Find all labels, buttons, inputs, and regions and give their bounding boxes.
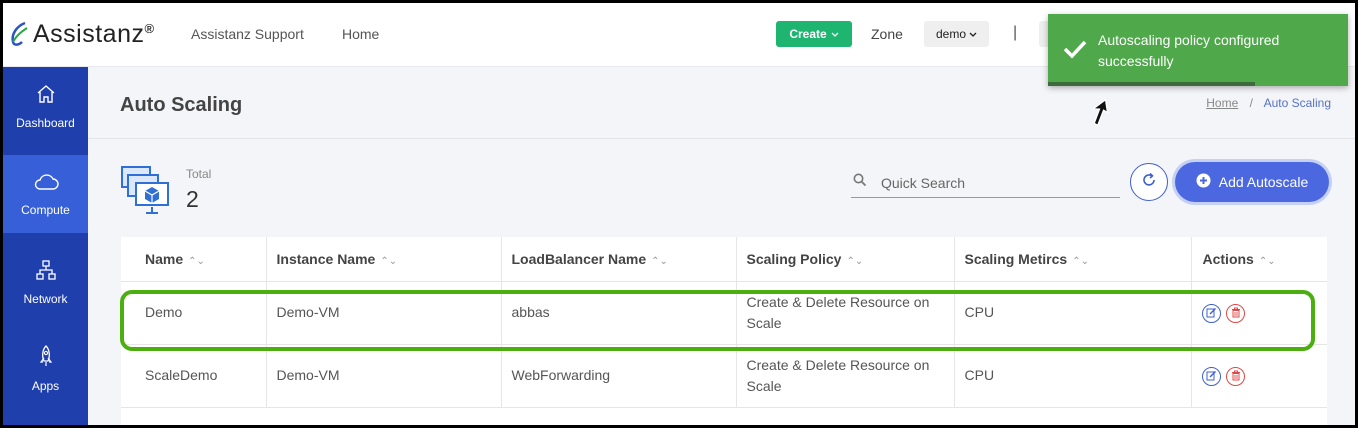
rocket-icon: [35, 344, 57, 371]
check-icon: [1063, 39, 1087, 64]
monitors-cube-icon: [120, 163, 172, 215]
sidebar-item-dashboard[interactable]: Dashboard: [3, 67, 88, 145]
refresh-button[interactable]: [1130, 163, 1168, 201]
cell-loadbalancer-name: abbas: [501, 281, 737, 345]
column-header-label: Scaling Metircs: [964, 250, 1068, 267]
delete-button[interactable]: [1226, 303, 1246, 324]
logo-registered-mark: ®: [144, 20, 155, 36]
trash-icon: [1231, 366, 1241, 387]
edit-icon: [1206, 303, 1217, 324]
cell-scaling-policy: Create & Delete Resource on Scale: [736, 281, 955, 345]
add-autoscale-label: Add Autoscale: [1218, 174, 1309, 190]
cell-scaling-metrics: CPU: [954, 344, 1192, 408]
nav-home[interactable]: Home: [342, 26, 379, 42]
breadcrumb-home-link[interactable]: Home: [1206, 96, 1238, 110]
column-header-label: Name: [145, 250, 184, 267]
edit-button[interactable]: [1201, 303, 1221, 324]
edit-button[interactable]: [1201, 366, 1221, 387]
network-icon: [35, 259, 57, 284]
cell-actions: [1191, 281, 1327, 345]
cell-instance-name: Demo-VM: [266, 344, 502, 408]
header-separator: |: [1013, 24, 1018, 41]
column-header-label: Actions: [1202, 250, 1254, 267]
cell-name: Demo: [121, 281, 267, 345]
table-row: Demo Demo-VM abbas Create & Delete Resou…: [121, 281, 1327, 345]
cell-instance-name: Demo-VM: [266, 281, 502, 345]
logo[interactable]: Assistanz ®: [9, 17, 154, 51]
success-toast[interactable]: Autoscaling policy configured successful…: [1048, 14, 1348, 86]
plus-circle-icon: [1196, 173, 1211, 191]
breadcrumb-current: Auto Scaling: [1263, 96, 1331, 110]
sidebar-item-apps[interactable]: Apps: [3, 329, 88, 407]
logo-swoosh-icon: [9, 20, 31, 48]
cell-scaling-metrics: CPU: [954, 281, 1192, 345]
column-header-scaling-metrics[interactable]: Scaling Metircs ⌃⌄: [954, 237, 1192, 282]
refresh-icon: [1141, 172, 1157, 193]
toast-progress-bar: [1048, 82, 1255, 86]
chevron-down-icon: [969, 27, 977, 41]
sort-icon: ⌃⌄: [188, 255, 205, 267]
app-window: Assistanz ® Assistanz Support Home Creat…: [3, 3, 1355, 425]
column-header-label: LoadBalancer Name: [511, 250, 647, 267]
autoscale-table: Name ⌃⌄ Instance Name ⌃⌄ LoadBalancer Name…: [121, 237, 1327, 425]
sidebar-item-network[interactable]: Network: [3, 243, 88, 321]
home-icon: [35, 83, 57, 108]
column-header-loadbalancer-name[interactable]: LoadBalancer Name ⌃⌄: [501, 237, 737, 282]
cell-scaling-policy: Create & Delete Resource on Scale: [736, 344, 955, 408]
sort-icon: ⌃⌄: [1258, 255, 1276, 267]
page-title: Auto Scaling: [120, 94, 243, 116]
column-header-actions[interactable]: Actions ⌃⌄: [1191, 237, 1327, 282]
cloud-icon: [33, 172, 59, 195]
sidebar-item-compute[interactable]: Compute: [3, 155, 88, 233]
cell-name: ScaleDemo: [121, 344, 267, 408]
edit-icon: [1206, 366, 1217, 387]
toast-message: Autoscaling policy configured successful…: [1098, 32, 1280, 69]
sidebar-item-label: Compute: [21, 202, 70, 217]
add-autoscale-button[interactable]: Add Autoscale: [1175, 162, 1329, 202]
zone-value: demo: [935, 27, 967, 41]
logo-text: Assistanz: [33, 19, 145, 48]
create-button[interactable]: Create: [776, 21, 852, 47]
table-row: ScaleDemo Demo-VM WebForwarding Create &…: [121, 344, 1327, 408]
delete-button[interactable]: [1226, 366, 1246, 387]
nav-assistanz-support[interactable]: Assistanz Support: [191, 26, 304, 42]
column-header-scaling-policy[interactable]: Scaling Policy ⌃⌄: [736, 237, 955, 282]
column-header-label: Scaling Policy: [746, 250, 842, 267]
sort-icon: ⌃⌄: [651, 255, 668, 267]
sort-icon: ⌃⌄: [380, 255, 398, 267]
mouse-cursor-icon: [1088, 96, 1110, 131]
breadcrumb: Home / Auto Scaling: [1206, 96, 1331, 110]
sidebar: Dashboard Compute Network Apps: [3, 67, 88, 425]
trash-icon: [1231, 303, 1241, 324]
column-header-name[interactable]: Name ⌃⌄: [121, 237, 267, 282]
sidebar-item-label: Apps: [31, 378, 60, 393]
cell-loadbalancer-name: WebForwarding: [501, 344, 737, 408]
column-header-instance-name[interactable]: Instance Name ⌃⌄: [266, 237, 502, 282]
breadcrumb-separator: /: [1249, 96, 1253, 110]
quick-search: [851, 168, 1120, 198]
create-button-label: Create: [789, 27, 827, 41]
sidebar-item-label: Dashboard: [16, 115, 75, 130]
cell-actions: [1191, 344, 1327, 408]
search-icon: [853, 173, 867, 192]
total-label: Total: [186, 167, 212, 181]
column-header-label: Instance Name: [276, 250, 376, 267]
chevron-down-icon: [831, 27, 839, 41]
total-count: 2: [186, 186, 199, 212]
search-input[interactable]: [881, 174, 1101, 191]
table-header-row: Name ⌃⌄ Instance Name ⌃⌄ LoadBalancer Name…: [121, 237, 1327, 282]
sort-icon: ⌃⌄: [846, 255, 864, 267]
zone-label: Zone: [871, 26, 903, 42]
sidebar-item-label: Network: [23, 291, 68, 306]
zone-select[interactable]: demo: [924, 21, 989, 47]
sort-icon: ⌃⌄: [1072, 255, 1089, 267]
